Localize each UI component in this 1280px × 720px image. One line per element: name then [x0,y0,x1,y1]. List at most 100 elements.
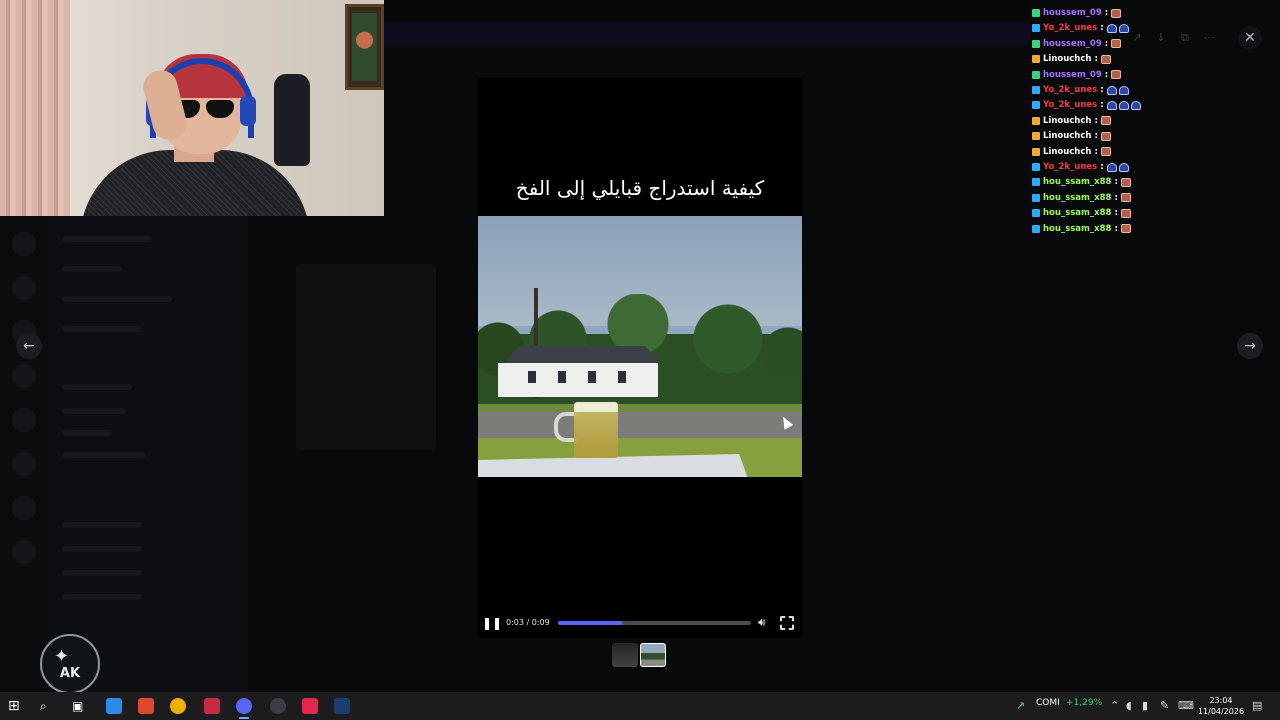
chat-username[interactable]: hou_ssam_x88 [1043,177,1111,187]
logo-letters: AK [59,666,81,681]
channel-placeholder [62,326,142,332]
discord-icon[interactable] [236,698,252,714]
chat-badge-icon [1032,101,1040,110]
chat-message: houssem_09: [1032,68,1123,82]
notification-icon[interactable]: ▤ [1252,699,1262,713]
channel-placeholder [62,236,152,242]
screen: ✦ AK ↗ ↓ ⧉ ⋯ ✕ ← → كيفية استدراج قبايلي … [0,0,1280,720]
chat-separator: : [1100,23,1104,34]
clock[interactable]: 23:04 11/04/2026 [1196,695,1246,717]
chat-separator: : [1114,177,1118,188]
microphone-icon[interactable]: ▮ [1142,699,1148,713]
chat-emote-icon [1118,100,1129,110]
chat-emote-icon [1118,85,1129,95]
chat-emote-icon [1120,208,1131,218]
chat-username[interactable]: hou_ssam_x88 [1043,193,1111,203]
chat-username[interactable]: Yo_2k_unes [1043,100,1097,110]
chat-emote-icon [1100,131,1111,141]
server-icon [12,496,36,520]
house [498,363,658,397]
chat-separator: : [1094,146,1098,157]
stream-logo: ✦ AK [40,634,100,694]
chat-username[interactable]: Yo_2k_unes [1043,85,1097,95]
chat-username[interactable]: houssem_09 [1043,8,1102,18]
wall-picture [345,4,384,90]
chat-message: Yo_2k_unes: [1032,83,1131,97]
open-external-icon[interactable]: ⧉ [1178,31,1192,45]
volume-button[interactable]: 🔊︎ [758,615,774,631]
chat-emote-icon [1118,23,1129,33]
task-view-icon[interactable]: ▣ [72,698,88,714]
thumbnail-selected[interactable] [640,643,666,667]
thumbnail[interactable] [612,643,638,667]
chat-separator: : [1094,54,1098,65]
chat-username[interactable]: Linouchch [1043,116,1091,126]
server-icon [12,452,36,476]
server-icon [12,232,36,256]
server-icon [12,408,36,432]
store-icon[interactable] [106,698,122,714]
chrome-icon[interactable] [170,698,186,714]
previous-media-button[interactable]: ← [16,333,42,359]
mail-icon[interactable] [204,698,220,714]
fullscreen-button[interactable] [780,616,794,630]
chat-badge-icon [1032,24,1040,33]
chat-username[interactable]: Yo_2k_unes [1043,162,1097,172]
chat-username[interactable]: Yo_2k_unes [1043,23,1097,33]
chat-message: hou_ssam_x88: [1032,206,1133,220]
chat-message: houssem_09: [1032,37,1123,51]
server-rail [0,216,48,692]
chat-username[interactable]: Linouchch [1043,54,1091,64]
chat-message: hou_ssam_x88: [1032,222,1133,236]
obs-icon[interactable] [270,698,286,714]
channel-placeholder [62,452,146,458]
tiktok-icon[interactable] [302,698,318,714]
time-display: 0:03 / 0:09 [506,618,550,627]
eagle-icon: ✦ [54,646,70,667]
chat-separator: : [1104,8,1109,18]
chat-badge-icon [1032,147,1040,156]
forward-icon[interactable]: ↗ [1130,31,1144,45]
chevron-up-icon[interactable]: ⌃ [1110,699,1119,713]
pen-icon[interactable]: ✎ [1160,699,1169,713]
chat-message: Linouchch: [1032,145,1113,159]
chat-separator: : [1094,131,1098,142]
chat-username[interactable]: hou_ssam_x88 [1043,224,1111,234]
keyboard-icon[interactable]: ⌨ [1178,699,1194,713]
chat-username[interactable]: Linouchch [1043,131,1091,141]
chat-username[interactable]: houssem_09 [1043,39,1102,49]
stock-trend-icon: ↗ [1016,699,1026,712]
steam-icon[interactable] [334,698,350,714]
close-button[interactable]: ✕ [1238,26,1262,50]
more-icon[interactable]: ⋯ [1202,31,1216,45]
chat-badge-icon [1032,86,1040,94]
curtain [0,0,70,216]
close-icon: ✕ [1244,30,1256,46]
chat-separator: : [1114,223,1118,234]
search-icon[interactable]: ⌕ [40,698,56,714]
chat-separator: : [1100,85,1104,95]
brave-icon[interactable] [138,698,154,714]
channel-placeholder [62,266,122,272]
chat-emote-icon [1120,193,1131,203]
chat-username[interactable]: Linouchch [1043,147,1091,157]
chat-username[interactable]: hou_ssam_x88 [1043,208,1111,218]
chat-message: hou_ssam_x88: [1032,191,1133,205]
clock-time: 23:04 [1209,696,1233,705]
chat-badge-icon [1032,9,1040,17]
video-frame[interactable] [478,216,802,477]
house-roof [504,346,662,364]
seek-bar[interactable] [558,621,751,625]
download-icon[interactable]: ↓ [1154,31,1168,45]
volume-tray-icon[interactable]: ◖ [1126,699,1132,713]
pause-button[interactable]: ❚❚ [482,616,502,630]
chat-emote-icon [1100,54,1111,64]
taskbar: ⊞ ⌕ ▣ ↗ COMI +1,29% ⌃ ◖ ▮ ✎ ⌨ 23:04 11/0… [0,692,1280,720]
server-icon [12,276,36,300]
chat-username[interactable]: houssem_09 [1043,70,1102,80]
message-preview [296,264,436,450]
windows-start-icon[interactable]: ⊞ [8,698,24,714]
next-media-button[interactable]: → [1237,333,1263,359]
chat-emote-icon [1111,8,1122,18]
chat-message: hou_ssam_x88: [1032,175,1133,189]
